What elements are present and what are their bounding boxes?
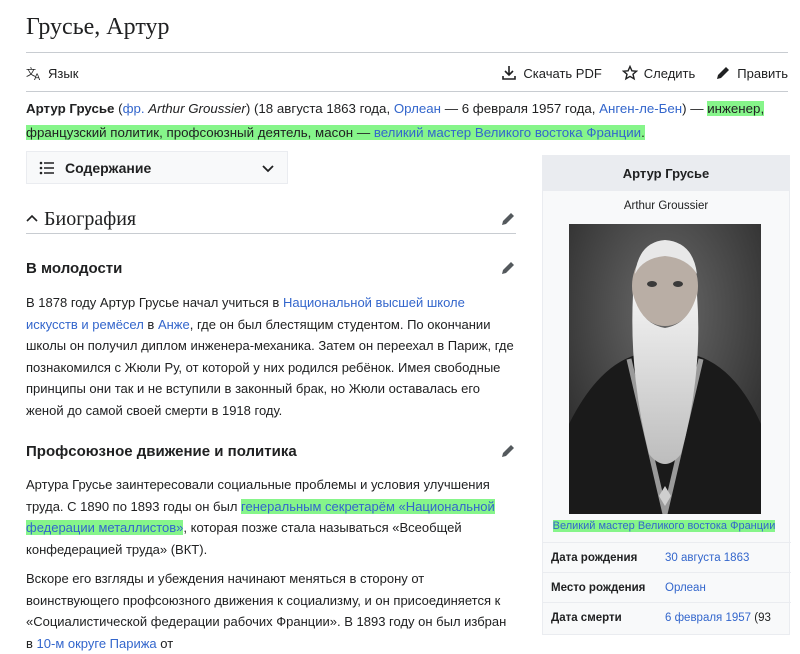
paragraph-text: от	[156, 635, 174, 651]
lead-text: ) —	[682, 101, 708, 116]
infobox-row-death-date: Дата смерти 6 февраля 1957 (93	[543, 602, 791, 633]
subsection-title: Профсоюзное движение и политика	[26, 442, 297, 460]
row-label: Место рождения	[551, 582, 646, 594]
pencil-icon[interactable]	[500, 443, 516, 459]
infobox-row-birth-date: Дата рождения 30 августа 1863	[543, 542, 791, 573]
caption-link[interactable]: Великий мастер Великого востока Франции	[552, 520, 776, 532]
row-label: Дата рождения	[551, 552, 638, 564]
pencil-icon[interactable]	[500, 260, 516, 276]
section-heading-youth: В молодости	[26, 257, 516, 279]
section-title: Биография	[44, 207, 137, 230]
watch-label: Следить	[643, 65, 696, 81]
birthplace-link[interactable]: Орлеан	[394, 101, 441, 116]
section-heading-biography[interactable]: Биография	[26, 205, 516, 234]
portrait-photo[interactable]	[569, 224, 761, 514]
infobox-subtitle: Arthur Groussier	[623, 200, 709, 212]
table-of-contents-toggle[interactable]: Содержание	[26, 151, 288, 184]
infobox-title: Артур Грусье	[543, 156, 789, 191]
watch-button[interactable]: Следить	[621, 65, 696, 81]
paragraph-union: Артура Грусье заинтересовали социальные …	[26, 474, 516, 560]
paragraph-socialism: Вскоре его взгляды и убеждения начинают …	[26, 568, 516, 654]
birth-date-link[interactable]: 30 августа 1863	[665, 552, 749, 564]
svg-text:A: A	[34, 73, 41, 81]
download-pdf-label: Скачать PDF	[523, 65, 602, 81]
page-title: Грусье, Артур	[26, 14, 170, 40]
paragraph-youth: В 1878 году Артур Грусье начал учиться в…	[26, 292, 516, 421]
birth-place-link[interactable]: Орлеан	[665, 582, 706, 594]
row-suffix: (93	[751, 612, 771, 624]
toc-label: Содержание	[65, 159, 152, 176]
lead-text: (	[114, 101, 123, 116]
row-label: Дата смерти	[551, 612, 622, 624]
chevron-down-icon	[261, 161, 275, 175]
page-toolbar: 文A Язык Скачать PDF Следить Править	[26, 60, 788, 86]
language-label: Язык	[48, 65, 79, 81]
section-heading-union: Профсоюзное движение и политика	[26, 440, 516, 462]
death-date-link[interactable]: 6 февраля 1957	[665, 612, 751, 624]
edit-button[interactable]: Править	[715, 65, 788, 81]
title-divider	[26, 52, 788, 53]
lead-text: — 6 февраля 1957 года,	[441, 101, 600, 116]
chevron-up-icon	[26, 213, 38, 225]
lead-text: ) (18 августа 1863 года,	[245, 101, 394, 116]
download-icon	[501, 65, 517, 81]
subject-name: Артур Грусье	[26, 101, 115, 116]
french-lang-link[interactable]: фр.	[123, 101, 145, 116]
infobox-row-birth-place: Место рождения Орлеан	[543, 572, 791, 603]
translate-icon: 文A	[26, 65, 42, 81]
lead-text: .	[641, 125, 645, 140]
grand-master-link[interactable]: великий мастер Великого востока Франции	[374, 125, 641, 140]
star-icon	[621, 65, 638, 81]
list-icon	[39, 161, 55, 175]
infobox: Артур Грусье Arthur Groussier Великий ма	[542, 155, 791, 635]
toolbar-divider	[26, 91, 788, 92]
subsection-title: В молодости	[26, 259, 123, 277]
angers-link[interactable]: Анже	[158, 317, 190, 332]
french-name: Arthur Groussier	[148, 101, 246, 116]
edit-label: Править	[737, 65, 788, 81]
photo-caption: Великий мастер Великого востока Франции	[549, 518, 779, 534]
paragraph-text: в	[143, 316, 158, 332]
lead-paragraph: Артур Грусье (фр. Arthur Groussier) (18 …	[26, 97, 776, 145]
pencil-icon[interactable]	[500, 211, 516, 227]
deathplace-link[interactable]: Анген-ле-Бен	[599, 101, 682, 116]
paragraph-text: В 1878 году Артур Грусье начал учиться в	[26, 295, 283, 310]
language-button[interactable]: 文A Язык	[26, 65, 79, 82]
paris-district-link[interactable]: 10-м округе Парижа	[37, 636, 157, 651]
download-pdf-button[interactable]: Скачать PDF	[501, 65, 602, 81]
pencil-icon	[715, 65, 731, 81]
